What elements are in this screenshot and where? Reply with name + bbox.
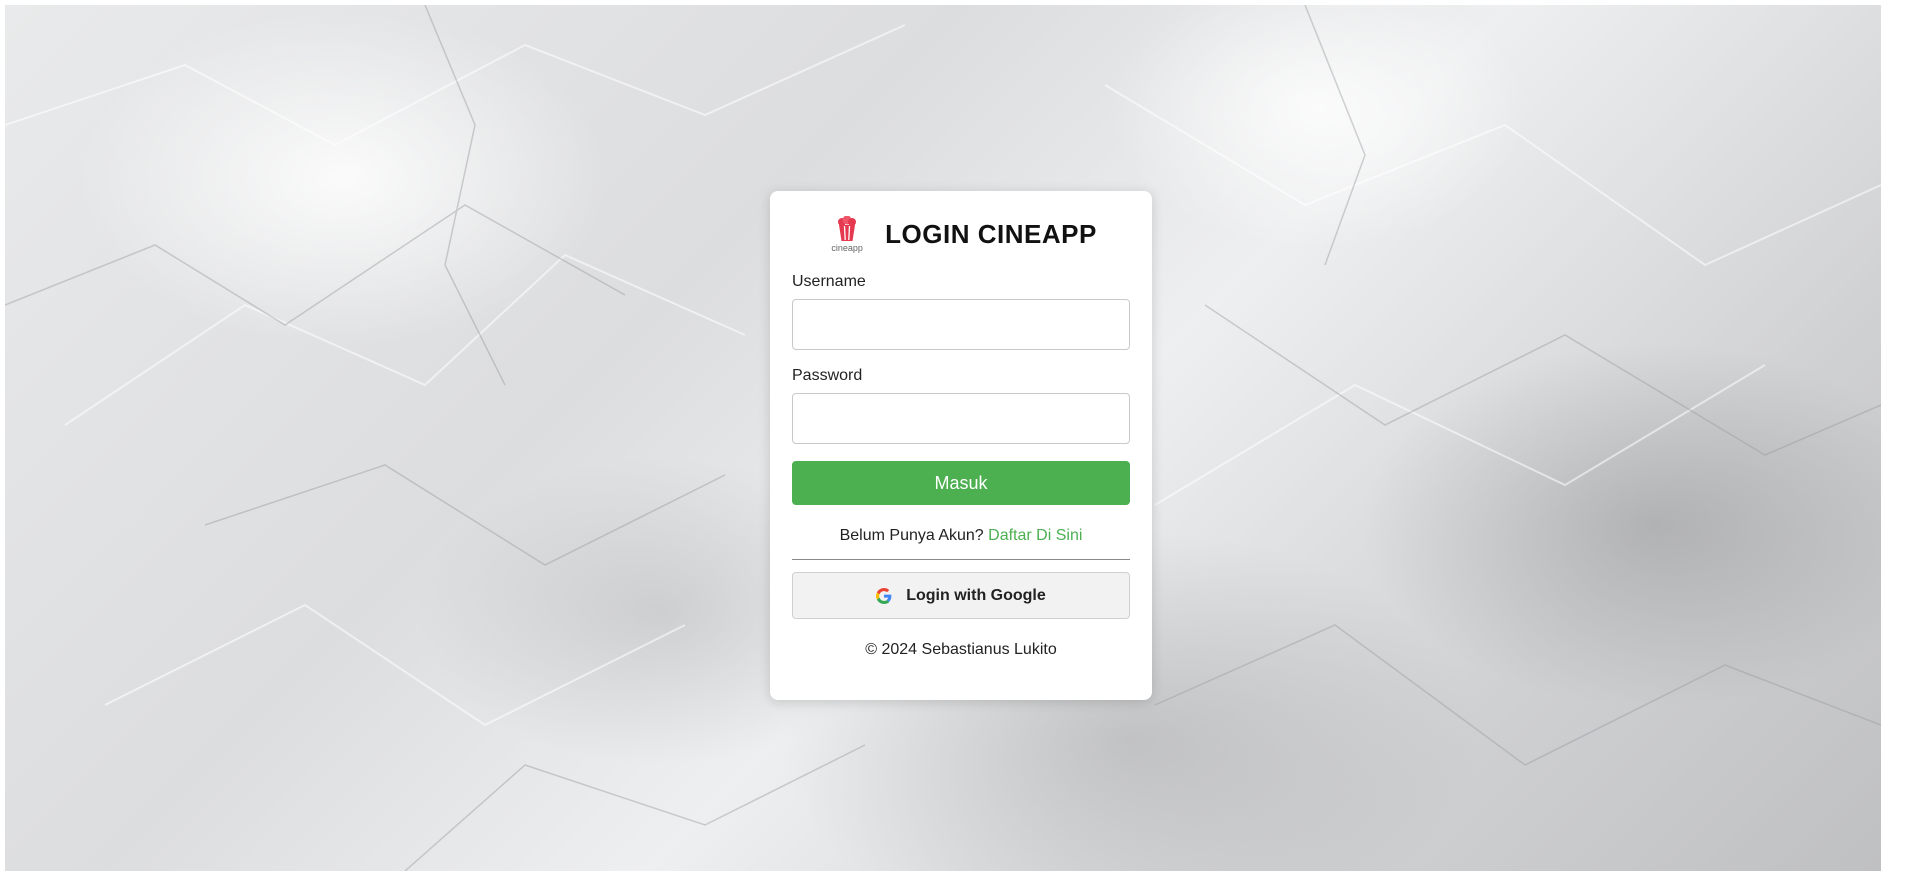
register-prompt: Belum Punya Akun? Daftar Di Sini [792,527,1130,545]
register-link[interactable]: Daftar Di Sini [988,527,1082,544]
logo-wordmark: cineapp [831,242,863,253]
login-submit-button[interactable]: Masuk [792,461,1130,505]
username-input[interactable] [792,299,1130,350]
popcorn-icon [838,215,857,241]
cineapp-logo: cineapp [825,212,869,256]
login-card: cineapp LOGIN CINEAPP Username Password … [770,191,1152,700]
password-label: Password [792,367,863,384]
page-background: cineapp LOGIN CINEAPP Username Password … [5,5,1881,871]
google-login-button[interactable]: Login with Google [792,572,1130,619]
login-header: cineapp LOGIN CINEAPP [792,213,1130,255]
copyright-footer: © 2024 Sebastianus Lukito [865,641,1057,658]
username-label: Username [792,273,866,290]
divider [792,559,1130,560]
google-login-label: Login with Google [906,586,1046,604]
register-prompt-text: Belum Punya Akun? [839,527,984,544]
page-title: LOGIN CINEAPP [885,218,1097,249]
google-icon [876,587,892,604]
password-input[interactable] [792,393,1130,444]
